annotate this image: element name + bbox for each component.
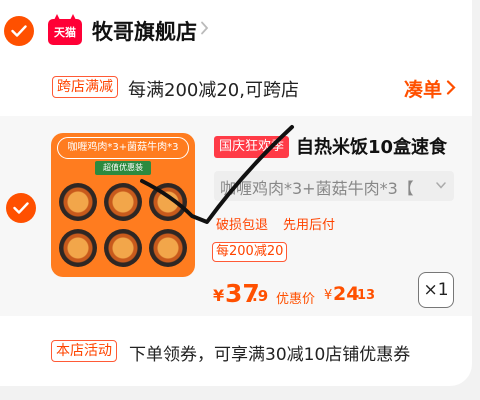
tmall-logo-icon: 天猫: [48, 14, 82, 45]
store-activity-tag: 本店活动: [51, 340, 117, 362]
add-on-items-link[interactable]: 凑单: [404, 75, 442, 102]
store-name-link[interactable]: 牧哥旗舰店: [92, 16, 197, 46]
store-select-checkbox[interactable]: [4, 16, 34, 46]
sku-selector[interactable]: 咖喱鸡肉*3+菌菇牛肉*3【: [214, 171, 454, 201]
service-tag-pay-later: 先用后付: [283, 218, 336, 233]
discount-tag: 每200减20: [212, 242, 288, 262]
cart-store-card: 天猫 牧哥旗舰店 跨店满减 每满200减20,可跨店 凑单 咖喱鸡肉*3+菌菇牛…: [0, 0, 472, 386]
coupon-price-label: 优惠价: [276, 292, 316, 307]
chevron-right-icon[interactable]: [446, 80, 456, 95]
chevron-down-icon: [436, 182, 446, 189]
food-bowl-image: [59, 183, 97, 221]
tmall-logo-text: 天猫: [54, 26, 76, 39]
service-tag-return: 破损包退: [216, 218, 269, 233]
chevron-right-icon[interactable]: [200, 21, 209, 35]
cat-ears-icon: [54, 14, 76, 20]
thumbnail-title: 咖喱鸡肉*3+菌菇牛肉*3: [57, 137, 189, 159]
quantity-selector[interactable]: ×1: [418, 272, 454, 308]
food-bowl-image: [104, 229, 142, 267]
sku-text: 咖喱鸡肉*3+菌菇牛肉*3【: [220, 179, 414, 198]
food-bowl-image: [149, 183, 187, 221]
food-bowl-image: [149, 229, 187, 267]
thumbnail-subtitle: 超值优惠装: [95, 161, 151, 175]
item-select-checkbox[interactable]: [6, 193, 36, 223]
price-currency: ¥: [213, 286, 225, 305]
checkmark-icon: [11, 25, 27, 37]
product-title[interactable]: 自热米饭10盒速食: [296, 133, 447, 159]
cross-store-discount-tag: 跨店满减: [52, 76, 118, 98]
food-bowl-image: [104, 183, 142, 221]
food-bowl-image: [59, 229, 97, 267]
price-decimal: .9: [252, 287, 269, 305]
product-thumbnail[interactable]: 咖喱鸡肉*3+菌菇牛肉*3 超值优惠装: [51, 133, 195, 277]
store-activity-text[interactable]: 下单领券，可享满30减10店铺优惠券: [129, 340, 410, 365]
coupon-price-currency: ¥: [324, 288, 333, 303]
checkmark-icon: [13, 202, 29, 214]
promo-description: 每满200减20,可跨店: [128, 80, 299, 101]
cross-store-promo: 跨店满减 每满200减20,可跨店 凑单: [0, 74, 472, 104]
campaign-badge: 国庆狂欢季: [214, 136, 290, 158]
coupon-price-decimal: .13: [352, 288, 376, 303]
